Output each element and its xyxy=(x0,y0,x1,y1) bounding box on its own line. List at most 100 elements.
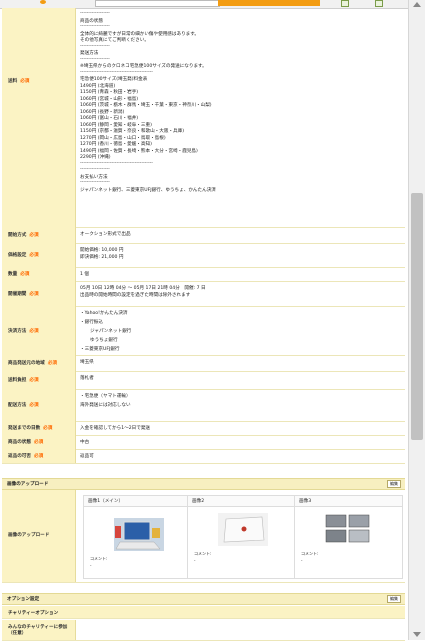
settings-row: 商品の状態 必須 中古 xyxy=(2,435,405,450)
row-value-line: 埼玉県 xyxy=(80,360,94,365)
shipping-text-line: ------------------ xyxy=(80,11,110,16)
required-badge: 必須 xyxy=(43,426,53,431)
row-value-line: 出品時の開始時間の設定を過ぎた時間は除外されます xyxy=(80,293,191,298)
row-label: 送料 必須 xyxy=(2,8,76,227)
scrollbar-thumb[interactable] xyxy=(411,193,423,440)
shipping-text-line: ※埼玉県からのクロネコ宅急便100サイズの発送になります。 xyxy=(80,64,207,69)
row-value-line: ・宅急便（ヤマト運輸） xyxy=(80,394,131,399)
toolbar-orange-button[interactable] xyxy=(218,0,320,6)
option-section-header: オプション設定 編集 xyxy=(2,593,405,605)
shipping-text-line: ------------------ xyxy=(80,180,110,185)
row-value-line: ジャパンネット銀行 xyxy=(90,329,132,334)
settings-row: 価格設定 必須 開始価格: 10,000 円即決価格: 21,000 円 xyxy=(2,243,405,268)
settings-row: 発送までの日数 必須 入金を確認してから1～2日で発送 xyxy=(2,421,405,436)
shipping-text-line: ------------------ xyxy=(80,43,110,49)
shipping-text-line: お支払い方法 xyxy=(80,174,108,180)
row-value: 1 個 xyxy=(80,267,402,281)
scroll-down-arrow-icon[interactable] xyxy=(413,632,421,637)
checkbox-icon[interactable] xyxy=(341,0,349,7)
shipping-text-line: 1490円 (福岡・佐賀・長崎・熊本・大分・宮崎・鹿児島) xyxy=(80,148,198,154)
shipping-text-line: ------------------ xyxy=(80,24,110,29)
row-value-line: 落札者 xyxy=(80,376,94,381)
row-label-text: 発送までの日数 xyxy=(8,426,41,431)
row-value-line: ゆうちょ銀行 xyxy=(90,338,118,343)
row-label: 配送方法 必須 xyxy=(2,389,76,421)
shipping-description: ------------------ 商品の状態 -----------------… xyxy=(80,8,402,227)
photo-cell-2[interactable]: 画像2 コメント: - xyxy=(187,495,295,579)
row-value: 05月 10日 12時 04分 ～ 05月 17日 21時 04分 開催: 7 … xyxy=(80,281,402,306)
row-value-line: ・銀行振込 xyxy=(80,320,103,325)
settings-row: 決済方法 必須 ・Yahoo!かんたん決済 ・銀行振込 ジャパンネット銀行 ゆうちょ銀行・… xyxy=(2,306,405,356)
photo-cell-3[interactable]: 画像3 コメント: - xyxy=(294,495,403,579)
settings-row: 数量 必須 1 個 xyxy=(2,267,405,282)
laptop-closed-photo-image xyxy=(218,513,268,546)
row-label: みんなのチャリティーに参加（任意） xyxy=(2,620,76,640)
shipping-text-line: 1490円 (北海道) xyxy=(80,83,116,89)
shipping-text-line: 1060円 (宮城・山形・福島) xyxy=(80,96,139,102)
edit-button[interactable]: 編集 xyxy=(387,480,401,488)
shipping-text-line: 1270円 (岡山・広島・山口・鳥取・島根) xyxy=(80,135,166,141)
checkbox-icon[interactable] xyxy=(375,0,383,7)
row-label: 商品の状態 必須 xyxy=(2,435,76,449)
row-label-text: 数量 xyxy=(8,272,18,277)
required-badge: 必須 xyxy=(20,272,30,277)
required-badge: 必須 xyxy=(29,233,39,238)
toolbar-input[interactable] xyxy=(95,0,220,7)
row-value-line: 中古 xyxy=(80,440,90,445)
shipping-text-line: 宅急便100サイズ(埼玉発)料金表 xyxy=(80,77,148,82)
laptop-photo-image xyxy=(114,518,164,551)
required-badge: 必須 xyxy=(33,440,44,445)
row-value: オークション形式で出品 xyxy=(80,227,402,243)
warning-icon xyxy=(40,0,46,4)
photo-cell-1[interactable]: 画像1（メイン） コメント: - xyxy=(83,495,188,579)
row-value-line: ・三菱東京UFJ銀行 xyxy=(80,347,120,352)
vertical-scrollbar[interactable] xyxy=(408,0,425,640)
required-badge: 必須 xyxy=(33,454,44,459)
charity-row: みんなのチャリティーに参加（任意） xyxy=(2,620,405,641)
shipping-text-line: 1060円 (静岡・愛知・岐阜・三重) xyxy=(80,122,152,128)
row-value-line: 海外発送には対応しない xyxy=(80,403,131,408)
required-badge: 必須 xyxy=(29,378,39,383)
row-label: 決済方法 必須 xyxy=(2,306,76,355)
row-value: 埼玉県 xyxy=(80,355,402,371)
settings-row: 商品発送元の地域 必須 埼玉県 xyxy=(2,355,405,372)
row-label: 画像のアップロード xyxy=(2,490,76,582)
row-value-line: 開始価格: 10,000 円 xyxy=(80,248,124,253)
settings-row: 返品の可否 必須 返品可 xyxy=(2,449,405,464)
shipping-text-line: 1060円 (長野・新潟) xyxy=(80,109,125,115)
shipping-text-line: 1150円 (青森・秋田・岩手) xyxy=(80,90,139,95)
shipping-text-line: 1060円 (富山・石川・福井) xyxy=(80,116,139,121)
settings-row: 開始方式 必須 オークション形式で出品 xyxy=(2,227,405,244)
row-label-text: 開催期間 xyxy=(8,291,27,297)
row-label-text: 価格設定 xyxy=(8,253,27,258)
shipping-detail-row: 送料 必須 ------------------ 商品の状態 ------------… xyxy=(2,8,405,228)
row-value: ・宅急便（ヤマト運輸） 海外発送には対応しない xyxy=(80,389,402,421)
row-value: 返品可 xyxy=(80,449,402,463)
photo-upload-row: 画像のアップロード 画像1（メイン） コメント: - 画像2 コメント: - 画… xyxy=(2,490,405,583)
row-label: 返品の可否 必須 xyxy=(2,449,76,463)
settings-row: 開催期間 必須 05月 10日 12時 04分 ～ 05月 17日 21時 04分 … xyxy=(2,281,405,307)
scroll-up-arrow-icon[interactable] xyxy=(413,2,421,7)
row-value: 入金を確認してから1～2日で発送 xyxy=(80,421,402,435)
row-label-text: 開始方式 xyxy=(8,233,27,238)
shipping-text-line: 商品の状態 xyxy=(80,18,103,24)
shipping-text-line: 1060円 (茨城・栃木・群馬・埼玉・千葉・東京・神奈川・山梨) xyxy=(80,103,212,108)
shipping-text-line: 1150円 (京都・滋賀・奈良・和歌山・大阪・兵庫) xyxy=(80,129,185,134)
shipping-text-line: 2290円 (沖縄) xyxy=(80,155,111,160)
row-value: ・Yahoo!かんたん決済 ・銀行振込 ジャパンネット銀行 ゆうちょ銀行 ・三菱東京UF… xyxy=(80,306,402,355)
row-label-text: 商品の状態 xyxy=(8,440,31,445)
required-badge: 必須 xyxy=(29,253,39,258)
shipping-text-line: ----------------------------------------… xyxy=(80,160,153,166)
shipping-text-line: 1270円 (香川・徳島・愛媛・高知) xyxy=(80,142,152,147)
row-label: 数量 必須 xyxy=(2,267,76,281)
row-value-line: オークション形式で出品 xyxy=(80,232,131,237)
required-badge: 必須 xyxy=(47,361,57,366)
required-badge: 必須 xyxy=(29,291,39,297)
shipping-text-line: ----------------------------------------… xyxy=(80,69,153,75)
row-value-line: 入金を確認してから1～2日で発送 xyxy=(80,426,151,431)
edit-button[interactable]: 編集 xyxy=(387,595,401,603)
photo-section-header: 画像のアップロード 編集 xyxy=(2,478,405,490)
row-value-line: 1 個 xyxy=(80,272,89,277)
shipping-text-line: ジャパンネット銀行、三菱東京UFJ銀行、ゆうちょ、かんたん決済 xyxy=(80,187,216,193)
required-badge: 必須 xyxy=(29,328,39,334)
